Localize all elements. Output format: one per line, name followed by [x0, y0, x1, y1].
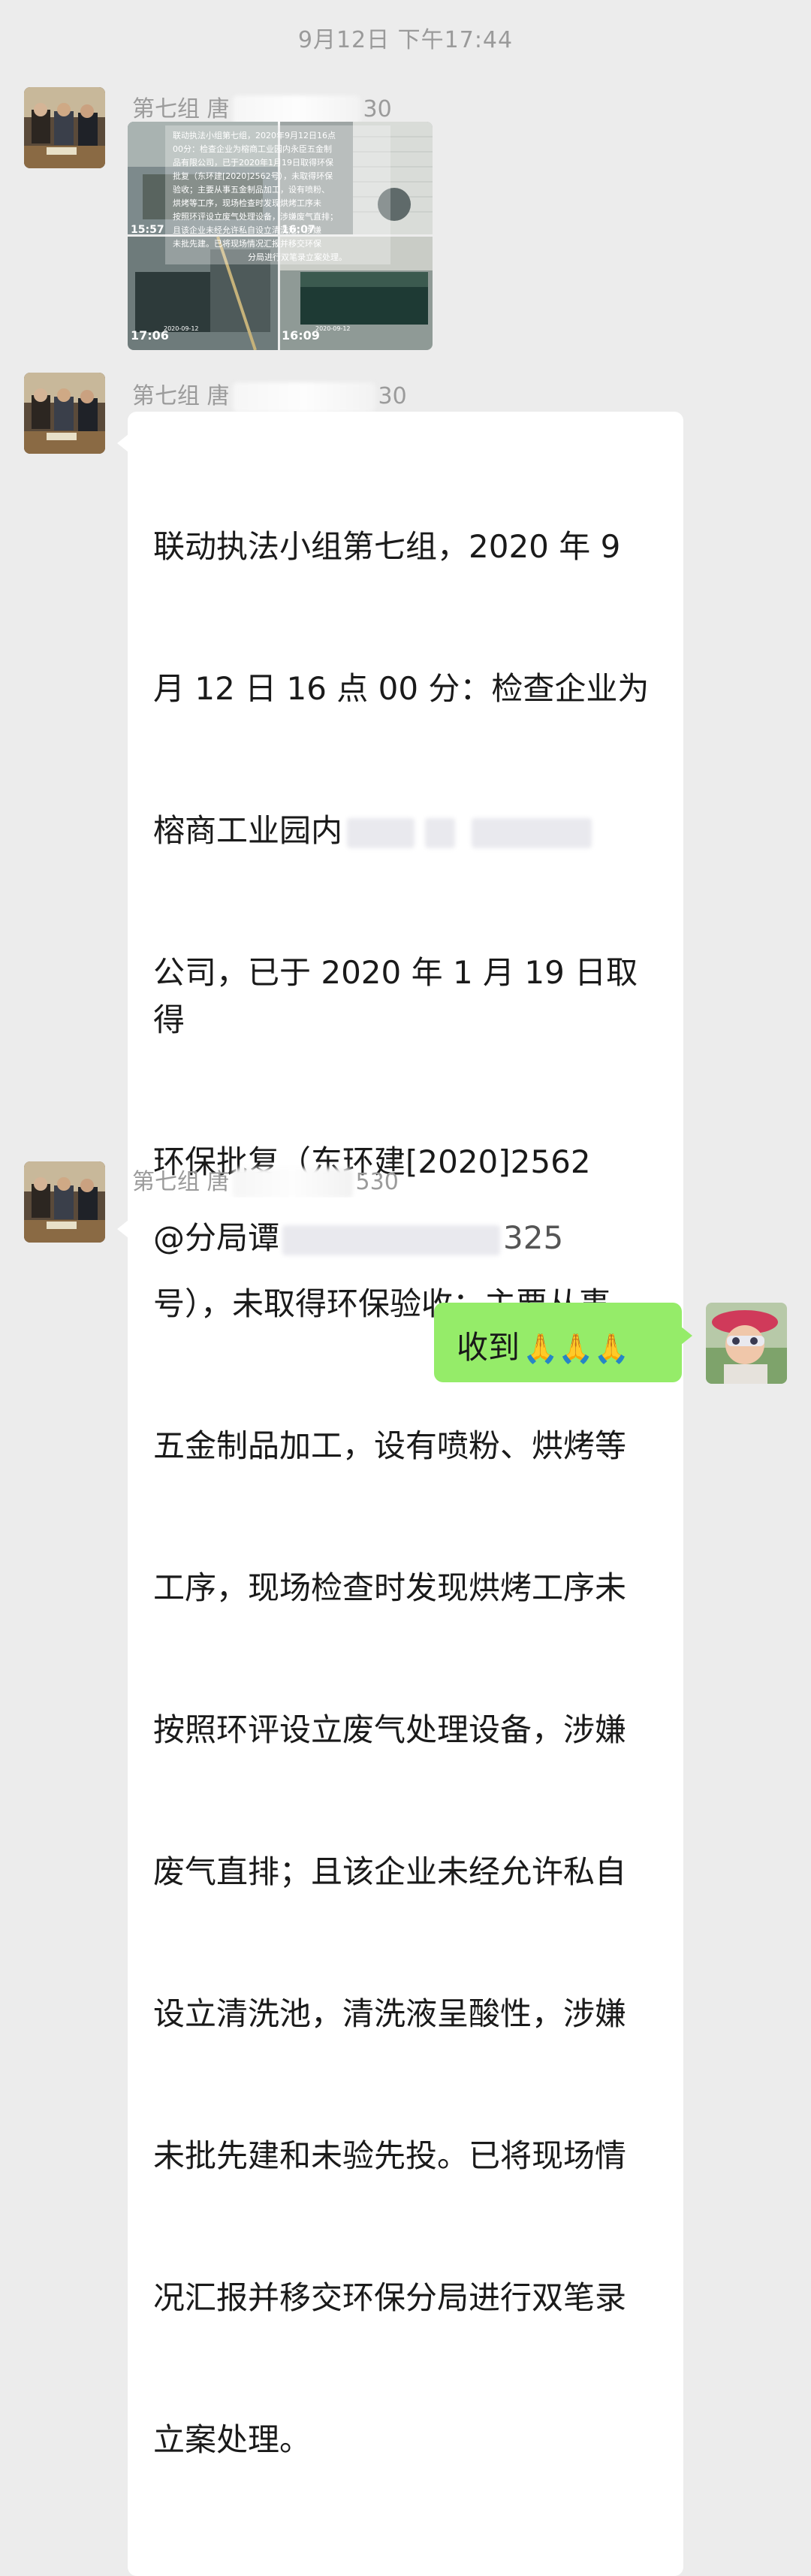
- sender-name-suffix: 30: [378, 383, 407, 409]
- bubble-tail: [681, 1327, 692, 1345]
- message-line: 立案处理。: [153, 2421, 312, 2458]
- inspection-photo-collage: 联动执法小组第七组，2020年9月12日16点 00分：检查企业为榕商工业园内永…: [128, 122, 433, 350]
- bubble-tail: [117, 434, 128, 452]
- own-message-bubble[interactable]: 收到 🙏🙏🙏: [434, 1303, 692, 1382]
- overlay-line: 分局进行双笔录立案处理。: [248, 252, 347, 262]
- child-photo-avatar-icon: [706, 1303, 787, 1384]
- image-message[interactable]: 联动执法小组第七组，2020年9月12日16点 00分：检查企业为榕商工业园内永…: [128, 122, 433, 350]
- group-photo-avatar-icon: [24, 87, 105, 168]
- photo-time-tl: 15:57: [131, 224, 164, 236]
- message-line: 五金制品加工，设有喷粉、烘烤等: [153, 1427, 627, 1464]
- photo-date-br: 2020-09-12: [315, 325, 351, 332]
- photo-date-bl: 2020-09-12: [164, 325, 199, 332]
- message-line: 月 12 日 16 点 00 分：检查企业为: [153, 670, 650, 707]
- message-line: 废气直排；且该企业未经允许私自: [153, 1853, 627, 1890]
- sender-name-suffix: 530: [355, 1169, 399, 1195]
- message-line: 按照环评设立废气处理设备，涉嫌: [153, 1711, 627, 1748]
- redacted-block: [472, 817, 592, 848]
- message-line: 联动执法小组第七组，2020 年 9: [153, 528, 621, 565]
- message-line: 设立清洗池，清洗液呈酸性，涉嫌: [153, 1995, 627, 2032]
- mention-suffix: 325: [503, 1219, 564, 1256]
- redacted-block: [282, 1225, 501, 1255]
- message-line: 榕商工业园内: [153, 807, 664, 854]
- redacted-block: [232, 95, 360, 125]
- message-line-text: 榕商工业园内: [153, 812, 343, 849]
- photo-time-br: 16:09: [282, 328, 320, 343]
- overlay-line: 00分：检查企业为榕商工业园内永臣五金制: [173, 143, 332, 154]
- overlay-line: 未批先建。已将现场情况汇报并移交环保: [173, 238, 321, 249]
- sender-avatar[interactable]: [24, 87, 105, 168]
- message-text: 收到 🙏🙏🙏: [434, 1303, 682, 1388]
- overlay-line: 验收；主要从事五金制品加工，设有喷粉、: [173, 184, 330, 195]
- message-line: 公司，已于 2020 年 1 月 19 日取得: [153, 954, 638, 1038]
- sender-name: 第七组 唐 30: [132, 90, 392, 125]
- sender-name-prefix: 第七组 唐: [132, 96, 230, 122]
- sender-avatar[interactable]: [24, 373, 105, 454]
- overlay-line: 按照环评设立废气处理设备，涉嫌废气直排；: [173, 211, 338, 222]
- own-avatar[interactable]: [706, 1303, 787, 1384]
- sender-avatar[interactable]: [24, 1161, 105, 1243]
- message-line: 工序，现场检查时发现烘烤工序未: [153, 1569, 627, 1606]
- text-message-bubble[interactable]: @分局谭 325: [117, 1197, 599, 1279]
- text-message-bubble[interactable]: 联动执法小组第七组，2020 年 9 月 12 日 16 点 00 分：检查企业…: [117, 412, 683, 2576]
- group-photo-avatar-icon: [24, 1161, 105, 1243]
- group-photo-avatar-icon: [24, 373, 105, 454]
- bubble-tail: [117, 1220, 128, 1238]
- sender-name-prefix: 第七组 唐: [132, 1169, 230, 1195]
- sender-name: 第七组 唐 30: [132, 377, 407, 412]
- overlay-line: 烘烤等工序，现场检查时发现烘烤工序未: [173, 198, 321, 208]
- message-text: 联动执法小组第七组，2020 年 9 月 12 日 16 点 00 分：检查企业…: [128, 412, 683, 2576]
- photo-time-tr: 16:07: [282, 224, 315, 236]
- message-line: 况汇报并移交环保分局进行双笔录: [153, 2279, 627, 2316]
- sender-name-prefix: 第七组 唐: [132, 383, 230, 409]
- chat-timestamp: 9月12日 下午17:44: [297, 27, 514, 53]
- redacted-block: [232, 1167, 353, 1198]
- message-line: 未批先建和未验先投。已将现场情: [153, 2137, 627, 2174]
- overlay-line: 联动执法小组第七组，2020年9月12日16点: [173, 130, 336, 140]
- message-text: @分局谭 325: [128, 1197, 599, 1279]
- sender-name-suffix: 30: [363, 96, 392, 122]
- sender-name: 第七组 唐 530: [132, 1163, 399, 1198]
- overlay-line: 批复（东环建[2020]2562号），未取得环保: [173, 171, 333, 181]
- redacted-block: [347, 817, 415, 848]
- redacted-block: [425, 817, 456, 848]
- mention-text: @分局谭: [153, 1219, 280, 1256]
- overlay-line: 品有限公司，已于2020年1月19日取得环保: [173, 157, 333, 168]
- redacted-block: [232, 382, 375, 412]
- reply-text: 收到: [457, 1329, 520, 1366]
- pray-emoji-icon: 🙏🙏🙏: [523, 1332, 629, 1365]
